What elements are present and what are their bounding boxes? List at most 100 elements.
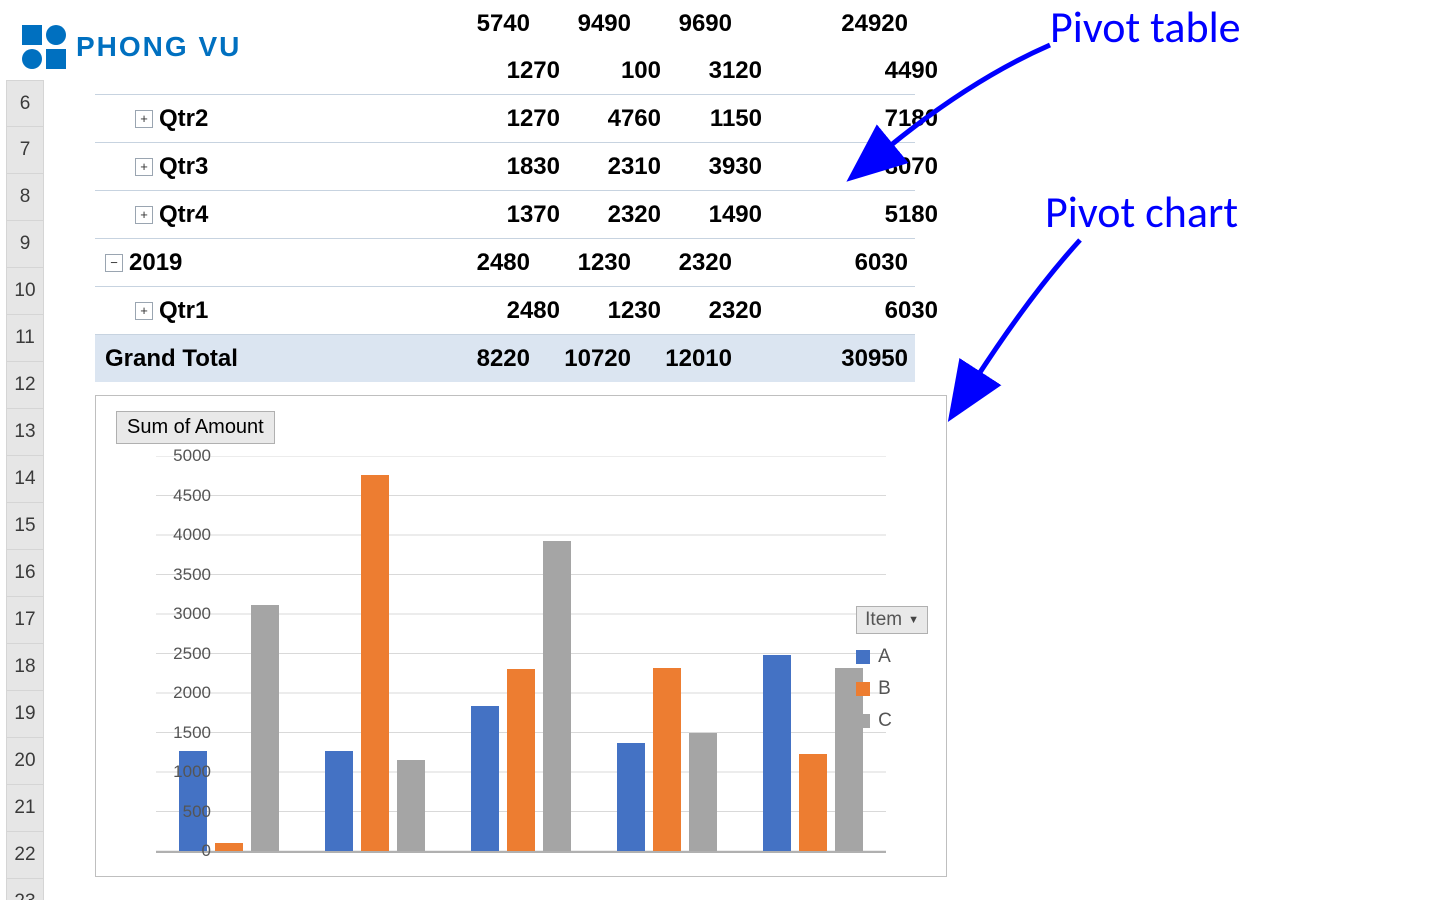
row-label: +Qtr1 — [95, 297, 465, 325]
table-row[interactable]: +Qtr21270476011507180 — [95, 94, 915, 142]
legend-swatch — [856, 714, 870, 728]
legend-label: A — [878, 646, 891, 668]
row-header[interactable]: 21 — [6, 785, 44, 832]
table-row[interactable]: 127010031204490 — [95, 47, 915, 94]
bar-B — [653, 668, 681, 851]
chart-bars — [156, 456, 886, 851]
brand-logo-mark — [22, 25, 66, 69]
expand-icon[interactable]: + — [135, 206, 153, 224]
row-label: + Qtr4 — [95, 201, 465, 229]
y-axis-tick: 4500 — [161, 486, 211, 506]
y-axis-tick: 3500 — [161, 565, 211, 585]
row-label: Grand Total — [95, 345, 435, 373]
bar-B — [507, 669, 535, 851]
row-header[interactable]: 15 — [6, 503, 44, 550]
row-header[interactable]: 7 — [6, 127, 44, 174]
row-total: 24920 — [738, 10, 914, 38]
bar-A — [763, 655, 791, 851]
row-label-text: Qtr2 — [159, 105, 208, 133]
chevron-down-icon: ▼ — [908, 614, 919, 626]
bar-C — [543, 541, 571, 851]
cell-value: 2320 — [637, 249, 738, 277]
row-header[interactable]: 8 — [6, 174, 44, 221]
cell-value: 3930 — [667, 153, 768, 181]
bar-C — [251, 605, 279, 851]
table-row[interactable]: +Qtr31830231039308070 — [95, 142, 915, 190]
cell-value: 1370 — [465, 201, 566, 229]
cell-value: 5740 — [435, 10, 536, 38]
row-label: −2019 — [95, 249, 435, 277]
row-header[interactable]: 19 — [6, 691, 44, 738]
cell-value: 9490 — [536, 10, 637, 38]
row-total: 6030 — [738, 249, 914, 277]
arrow-icon — [960, 235, 1120, 395]
arrow-icon — [870, 40, 1070, 170]
cell-value: 2320 — [667, 297, 768, 325]
cell-value: 1230 — [566, 297, 667, 325]
row-header[interactable]: 17 — [6, 597, 44, 644]
row-header[interactable]: 18 — [6, 644, 44, 691]
row-header[interactable]: 9 — [6, 221, 44, 268]
cell-value: 1150 — [667, 105, 768, 133]
cell-value: 2480 — [465, 297, 566, 325]
y-axis-tick: 1000 — [161, 762, 211, 782]
cell-value: 1270 — [465, 105, 566, 133]
row-header[interactable]: 10 — [6, 268, 44, 315]
row-total: 30950 — [738, 345, 914, 373]
pivot-table[interactable]: 57409490969024920127010031204490 + Qtr2 127… — [95, 0, 915, 382]
bar-C — [689, 733, 717, 851]
y-axis-tick: 3000 — [161, 604, 211, 624]
expand-icon[interactable]: + — [135, 110, 153, 128]
chart-field-button[interactable]: Sum of Amount — [116, 411, 275, 444]
collapse-icon[interactable]: − — [105, 254, 123, 272]
row-total: 5180 — [768, 201, 944, 229]
row-label: + Qtr3 — [95, 153, 465, 181]
row-label-text: Grand Total — [105, 345, 238, 373]
row-header[interactable]: 23 — [6, 879, 44, 900]
legend-field-button[interactable]: Item ▼ — [856, 606, 928, 634]
cell-value: 100 — [566, 57, 667, 85]
row-header[interactable]: 20 — [6, 738, 44, 785]
row-header[interactable]: 6 — [6, 80, 44, 127]
row-header[interactable]: 16 — [6, 550, 44, 597]
row-header[interactable]: 22 — [6, 832, 44, 879]
table-row[interactable]: 57409490969024920 — [95, 0, 915, 47]
expand-icon[interactable]: + — [135, 302, 153, 320]
pivot-chart[interactable]: Sum of Amount 05001000150020002500300035… — [95, 395, 947, 877]
expand-icon[interactable]: + — [135, 158, 153, 176]
grand-total-row[interactable]: Grand Total8220107201201030950 — [95, 334, 915, 382]
row-header[interactable]: 11 — [6, 315, 44, 362]
cell-value: 3120 — [667, 57, 768, 85]
row-header[interactable]: 14 — [6, 456, 44, 503]
table-row[interactable]: −20192480123023206030 — [95, 238, 915, 286]
bar-C — [397, 760, 425, 851]
bar-B — [799, 754, 827, 851]
legend-swatch — [856, 682, 870, 696]
row-label-text: 2019 — [129, 249, 182, 277]
y-axis-tick: 1500 — [161, 723, 211, 743]
y-axis-tick: 5000 — [161, 446, 211, 466]
y-axis-tick: 0 — [161, 841, 211, 861]
legend-label: B — [878, 678, 891, 700]
y-axis-tick: 2000 — [161, 683, 211, 703]
cell-value: 1230 — [536, 249, 637, 277]
row-header-gutter: 67891011121314151617181920212223 — [6, 80, 44, 900]
legend-item: C — [856, 710, 928, 732]
bar-B — [361, 475, 389, 851]
row-label-text: Qtr3 — [159, 153, 208, 181]
legend-item: B — [856, 678, 928, 700]
row-total: 6030 — [768, 297, 944, 325]
bar-A — [325, 751, 353, 851]
annotation-pivot-chart: Pivot chart — [1045, 185, 1238, 239]
bar-A — [471, 706, 499, 851]
cell-value: 2310 — [566, 153, 667, 181]
table-row[interactable]: +Qtr41370232014905180 — [95, 190, 915, 238]
row-header[interactable]: 12 — [6, 362, 44, 409]
row-label-text: Qtr4 — [159, 201, 208, 229]
cell-value: 1490 — [667, 201, 768, 229]
row-header[interactable]: 13 — [6, 409, 44, 456]
legend-swatch — [856, 650, 870, 664]
y-axis-tick: 500 — [161, 802, 211, 822]
legend-field-label: Item — [865, 609, 902, 631]
table-row[interactable]: +Qtr12480123023206030 — [95, 286, 915, 334]
